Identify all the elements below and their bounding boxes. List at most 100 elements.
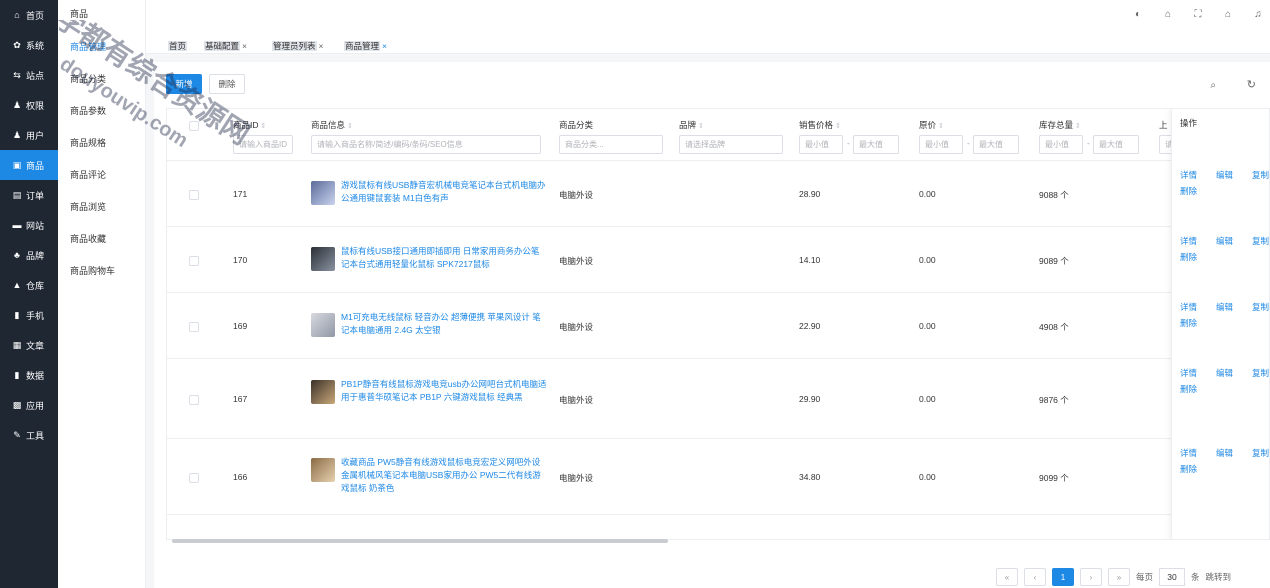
last-page-button[interactable]: » bbox=[1108, 568, 1130, 586]
product-thumbnail[interactable] bbox=[311, 313, 335, 337]
sidebar-item-14[interactable]: ✎ 工具 bbox=[0, 420, 58, 450]
filter-id-input[interactable]: 请输入商品ID bbox=[233, 135, 293, 154]
delete-link[interactable]: 删除 bbox=[1180, 317, 1197, 329]
home-icon[interactable]: ⌂ bbox=[1222, 8, 1234, 20]
delete-button[interactable]: 删除 bbox=[209, 74, 245, 94]
goods-info[interactable]: 游戏鼠标有线USB静音宏机械电竞笔记本台式机电脑办公通用键鼠套装 M1白色有声 bbox=[311, 179, 547, 205]
copy-link[interactable]: 复制 bbox=[1252, 235, 1269, 247]
row-checkbox[interactable] bbox=[189, 473, 199, 483]
detail-link[interactable]: 详情 bbox=[1180, 301, 1197, 313]
filter-original-max[interactable]: 最大值 bbox=[973, 135, 1019, 154]
per-page-input[interactable]: 30 bbox=[1159, 568, 1186, 586]
sidebar-item-8[interactable]: ♣ 品牌 bbox=[0, 240, 58, 270]
sidebar-item-6[interactable]: ▤ 订单 bbox=[0, 180, 58, 210]
product-thumbnail[interactable] bbox=[311, 458, 335, 482]
sidebar-item-3[interactable]: ♟ 权限 bbox=[0, 90, 58, 120]
product-name-link[interactable]: PB1P静音有线鼠标游戏电竞usb办公网吧台式机电脑适用于惠普华硕笔记本 PB1… bbox=[341, 378, 547, 404]
row-checkbox[interactable] bbox=[189, 322, 199, 332]
column-header-price[interactable]: 销售价格 ⇕ bbox=[799, 119, 841, 131]
sidebar-item-1[interactable]: ✿ 系统 bbox=[0, 30, 58, 60]
edit-link[interactable]: 编辑 bbox=[1216, 169, 1233, 181]
submenu-item-4[interactable]: 商品评论 bbox=[58, 160, 145, 192]
product-name-link[interactable]: 收藏商品 PW5静音有线游戏鼠标电竞宏定义网吧外设金属机械风笔记本电脑USB家用… bbox=[341, 456, 547, 495]
filter-stock-min[interactable]: 最小值 bbox=[1039, 135, 1083, 154]
column-header-stock[interactable]: 库存总量 ⇕ bbox=[1039, 119, 1081, 131]
add-button[interactable]: 新增 bbox=[166, 74, 202, 94]
submenu-item-1[interactable]: 商品分类 bbox=[58, 64, 145, 96]
goods-info[interactable]: PB1P静音有线鼠标游戏电竞usb办公网吧台式机电脑适用于惠普华硕笔记本 PB1… bbox=[311, 378, 547, 404]
copy-link[interactable]: 复制 bbox=[1252, 367, 1269, 379]
first-page-button[interactable]: « bbox=[996, 568, 1018, 586]
sidebar-item-11[interactable]: ▦ 文章 bbox=[0, 330, 58, 360]
theme-icon[interactable]: ◐ bbox=[1132, 8, 1144, 20]
sidebar-item-9[interactable]: ▲ 仓库 bbox=[0, 270, 58, 300]
sidebar-item-12[interactable]: ▮ 数据 bbox=[0, 360, 58, 390]
submenu-item-0[interactable]: 商品管理 bbox=[58, 32, 145, 64]
delete-link[interactable]: 删除 bbox=[1180, 185, 1197, 197]
sidebar-item-13[interactable]: ▩ 应用 bbox=[0, 390, 58, 420]
close-icon[interactable]: × bbox=[242, 41, 247, 51]
product-name-link[interactable]: M1可充电无线鼠标 轻音办公 超薄便携 苹果风设计 笔记本电脑通用 2.4G 太… bbox=[341, 311, 547, 337]
filter-brand-select[interactable]: 请选择品牌 bbox=[679, 135, 783, 154]
close-icon[interactable]: × bbox=[382, 41, 387, 51]
submenu-item-6[interactable]: 商品收藏 bbox=[58, 224, 145, 256]
tab-2[interactable]: 管理员列表 × bbox=[270, 40, 325, 52]
submenu-item-5[interactable]: 商品浏览 bbox=[58, 192, 145, 224]
horizontal-scrollbar[interactable] bbox=[166, 538, 1270, 544]
filter-stock-max[interactable]: 最大值 bbox=[1093, 135, 1139, 154]
edit-link[interactable]: 编辑 bbox=[1216, 367, 1233, 379]
page-1-button[interactable]: 1 bbox=[1052, 568, 1074, 586]
copy-link[interactable]: 复制 bbox=[1252, 301, 1269, 313]
column-header-info[interactable]: 商品信息 ⇕ bbox=[311, 119, 353, 131]
sidebar-item-0[interactable]: ⌂ 首页 bbox=[0, 0, 58, 30]
sidebar-item-7[interactable]: ▬ 网站 bbox=[0, 210, 58, 240]
filter-info-input[interactable]: 请输入商品名称/简述/编码/条码/SEO信息 bbox=[311, 135, 541, 154]
copy-link[interactable]: 复制 bbox=[1252, 169, 1269, 181]
tab-1[interactable]: 基础配置 × bbox=[202, 40, 249, 52]
filter-original-min[interactable]: 最小值 bbox=[919, 135, 963, 154]
edit-link[interactable]: 编辑 bbox=[1216, 301, 1233, 313]
product-thumbnail[interactable] bbox=[311, 380, 335, 404]
product-thumbnail[interactable] bbox=[311, 181, 335, 205]
sidebar-item-5[interactable]: ▣ 商品 bbox=[0, 150, 58, 180]
detail-link[interactable]: 详情 bbox=[1180, 367, 1197, 379]
product-name-link[interactable]: 游戏鼠标有线USB静音宏机械电竞笔记本台式机电脑办公通用键鼠套装 M1白色有声 bbox=[341, 179, 547, 205]
bell-icon[interactable]: ♫ bbox=[1252, 8, 1264, 20]
select-all-checkbox[interactable] bbox=[189, 121, 199, 131]
column-header-original[interactable]: 原价 ⇕ bbox=[919, 119, 944, 131]
goods-info[interactable]: M1可充电无线鼠标 轻音办公 超薄便携 苹果风设计 笔记本电脑通用 2.4G 太… bbox=[311, 311, 547, 337]
next-page-button[interactable]: › bbox=[1080, 568, 1102, 586]
filter-category-select[interactable]: 商品分类... bbox=[559, 135, 663, 154]
detail-link[interactable]: 详情 bbox=[1180, 235, 1197, 247]
goods-info[interactable]: 鼠标有线USB接口通用即插即用 日常家用商务办公笔记本台式通用轻量化鼠标 SPK… bbox=[311, 245, 547, 271]
copy-link[interactable]: 复制 bbox=[1252, 447, 1269, 459]
edit-link[interactable]: 编辑 bbox=[1216, 235, 1233, 247]
submenu-item-3[interactable]: 商品规格 bbox=[58, 128, 145, 160]
column-header-id[interactable]: 商品ID ⇕ bbox=[233, 119, 266, 131]
close-icon[interactable]: × bbox=[319, 41, 324, 51]
filter-price-max[interactable]: 最大值 bbox=[853, 135, 899, 154]
detail-link[interactable]: 详情 bbox=[1180, 447, 1197, 459]
row-checkbox[interactable] bbox=[189, 256, 199, 266]
filter-price-min[interactable]: 最小值 bbox=[799, 135, 843, 154]
column-header-brand[interactable]: 品牌 ⇕ bbox=[679, 119, 704, 131]
prev-page-button[interactable]: ‹ bbox=[1024, 568, 1046, 586]
bank-icon[interactable]: ⌂ bbox=[1162, 8, 1174, 20]
fullscreen-icon[interactable]: ⛶ bbox=[1192, 8, 1204, 20]
submenu-item-2[interactable]: 商品参数 bbox=[58, 96, 145, 128]
delete-link[interactable]: 删除 bbox=[1180, 383, 1197, 395]
product-name-link[interactable]: 鼠标有线USB接口通用即插即用 日常家用商务办公笔记本台式通用轻量化鼠标 SPK… bbox=[341, 245, 547, 271]
submenu-item-7[interactable]: 商品购物车 bbox=[58, 256, 145, 288]
goods-info[interactable]: 收藏商品 PW5静音有线游戏鼠标电竞宏定义网吧外设金属机械风笔记本电脑USB家用… bbox=[311, 456, 547, 495]
tab-3[interactable]: 商品管理 × bbox=[342, 40, 389, 52]
row-checkbox[interactable] bbox=[189, 190, 199, 200]
detail-link[interactable]: 详情 bbox=[1180, 169, 1197, 181]
search-icon[interactable]: ⌕ bbox=[1210, 80, 1216, 91]
delete-link[interactable]: 删除 bbox=[1180, 251, 1197, 263]
product-thumbnail[interactable] bbox=[311, 247, 335, 271]
sidebar-item-2[interactable]: ⇆ 站点 bbox=[0, 60, 58, 90]
sidebar-item-4[interactable]: ♟ 用户 bbox=[0, 120, 58, 150]
refresh-icon[interactable]: ↻ bbox=[1247, 78, 1256, 91]
tab-0[interactable]: 首页 bbox=[166, 40, 189, 52]
edit-link[interactable]: 编辑 bbox=[1216, 447, 1233, 459]
